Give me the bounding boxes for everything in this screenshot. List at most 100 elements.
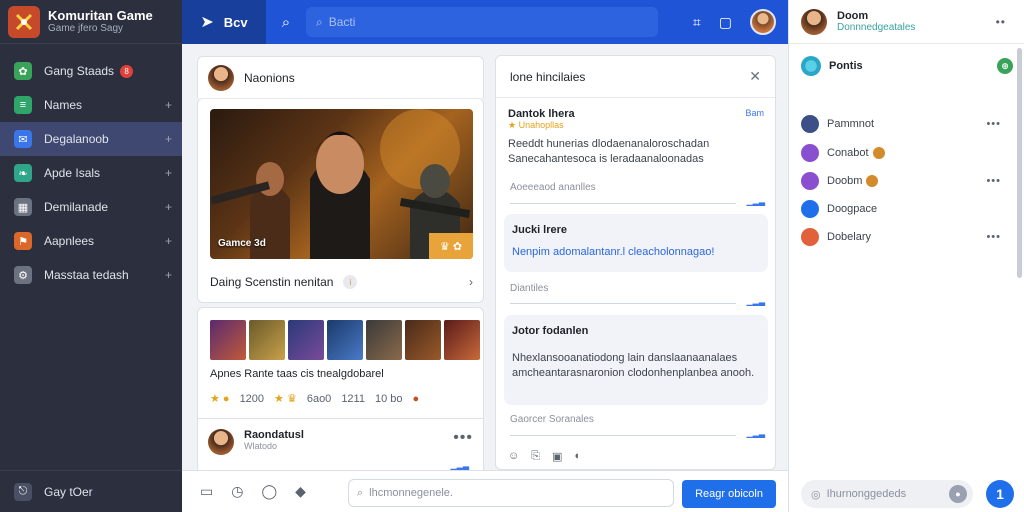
sticker-icon[interactable]: ◆ (295, 483, 306, 500)
post-subtitle: Wlatodo (244, 441, 278, 451)
chart-mini-icon: ▁▂▃ (746, 197, 765, 206)
user-avatar[interactable] (750, 9, 776, 35)
avatar[interactable] (208, 429, 234, 455)
search-icon: ⌕ (316, 14, 323, 29)
gif-icon[interactable]: ◐ (574, 450, 581, 463)
mic-icon[interactable]: ● (949, 485, 967, 503)
sidebar-footer[interactable]: ⎋ Gay tOer (0, 470, 182, 512)
thumbnail[interactable] (249, 320, 285, 360)
featured-post: Gamce 3d ♛ ✿ Daing Scenstin nenitan i › (197, 98, 484, 303)
sidebar-item-gang-staads[interactable]: ✿ Gang Staads 8 (0, 54, 182, 88)
sidebar-item-masstaa-tedash[interactable]: ⚙ Masstaa tedash + (0, 258, 182, 292)
message: Dantok lhera Bam ★ Unahopllas Reeddt hun… (508, 108, 768, 167)
compose-button[interactable]: 1 (986, 480, 1014, 508)
post-action-row[interactable]: Daing Scenstin nenitan i › (210, 275, 473, 289)
top-bar: ➤ Bcv ⌕ ⌕ Bacti ⌗ ▢ (182, 0, 788, 44)
right-panel: Doom Donnnedgeatales •• Pontis ⊕ Pammnot… (788, 0, 1024, 512)
image-icon[interactable]: ▣ (552, 450, 562, 463)
composer-bar: ▭ ◷ ◯ ◆ ⌕ lhcmonnegenele. Reagr obicoln (182, 470, 788, 512)
message-link[interactable]: Nenpim adomalantanr.l cleacholonnagao! (512, 246, 760, 258)
mini-post[interactable]: Raondatusl Wlatodo ••• ▁▂▃ (197, 418, 484, 470)
post-title: Raondatusl (244, 429, 304, 441)
plus-icon[interactable]: + (165, 132, 172, 146)
more-icon[interactable]: ••• (986, 231, 1001, 243)
avatar[interactable] (801, 8, 827, 35)
avatar[interactable] (208, 64, 234, 91)
plus-icon[interactable]: + (165, 98, 172, 112)
emoji-icon (866, 175, 879, 187)
stat-value: 1211 (341, 392, 365, 405)
contact-name: Doom (837, 10, 869, 22)
divider (510, 303, 736, 304)
plus-icon[interactable]: + (165, 200, 172, 214)
emoji-icon (872, 147, 885, 159)
thumbnail[interactable] (327, 320, 363, 360)
stat-value: 1200 (239, 392, 265, 405)
message-input[interactable]: ⌕ lhcmonnegenele. (348, 479, 674, 507)
contact-item-label: Dobelary (827, 231, 872, 243)
thumbnail[interactable] (405, 320, 441, 360)
contact-item[interactable]: Pammnot ••• (801, 115, 1001, 133)
thumbnail[interactable] (444, 320, 480, 360)
leaf-icon: ❧ (14, 164, 32, 182)
chevron-right-icon[interactable]: › (469, 275, 473, 289)
calendar-icon[interactable]: ▭ (200, 483, 213, 500)
avatar (801, 115, 819, 133)
sidebar-item-demilanade[interactable]: ▦ Demilanade + (0, 190, 182, 224)
contact-item[interactable]: Doogpace (801, 200, 1001, 218)
contact-item[interactable]: Doobm ••• (801, 172, 1001, 190)
plus-icon[interactable]: + (165, 234, 172, 248)
message-body: Reeddt hunerias dlodaenanaloroschadan Sa… (508, 138, 710, 165)
gallery-stats: ★ ● 1200 ★ ♛ 6ao0 1211 10 bo ● (210, 392, 419, 406)
game-hero-image[interactable]: Gamce 3d ♛ ✿ (210, 109, 473, 259)
search-icon[interactable]: ⌕ (266, 14, 306, 31)
more-icon[interactable]: •• (996, 15, 1006, 29)
avatar (801, 200, 819, 218)
home-button[interactable]: ➤ Bcv (182, 0, 266, 44)
feed-header: Naonions (197, 56, 484, 98)
plus-icon[interactable]: + (165, 268, 172, 282)
chart-mini-icon: ▁▂▃ (746, 429, 765, 438)
sidebar-footer-label: Gay tOer (44, 484, 93, 499)
thumbnail[interactable] (288, 320, 324, 360)
chat-input-placeholder: Ihurnonggededs (826, 488, 907, 500)
contact-status: Donnnedgeatales (837, 22, 916, 33)
thumbnail[interactable] (366, 320, 402, 360)
contact-item[interactable]: Conabot (801, 144, 1001, 162)
contact-item[interactable]: Dobelary ••• (801, 228, 1001, 246)
send-button[interactable]: Reagr obicoln (682, 480, 776, 508)
thumbnail-strip (210, 320, 480, 360)
sidebar-item-aapnlees[interactable]: ⚑ Aapnlees + (0, 224, 182, 258)
back-arrow-icon: ➤ (200, 14, 214, 31)
divider (510, 435, 736, 436)
scrollbar[interactable] (1017, 48, 1022, 278)
clock-icon[interactable]: ◷ (231, 483, 243, 500)
plus-icon[interactable]: + (165, 166, 172, 180)
chat-input[interactable]: ◎ Ihurnonggededs ● (801, 480, 973, 508)
sidebar-item-names[interactable]: ≡ Names + (0, 88, 182, 122)
chat-bubble-icon[interactable]: ◯ (261, 483, 277, 500)
brand[interactable]: Komuritan Game Game jfero Sagy (0, 0, 182, 44)
add-icon[interactable]: ⊕ (997, 58, 1013, 74)
search-input[interactable]: ⌕ Bacti (306, 7, 658, 37)
more-icon[interactable]: ••• (986, 118, 1001, 130)
sidebar-item-label: Names (44, 98, 83, 112)
sidebar-item-apde-isals[interactable]: ❧ Apde Isals + (0, 156, 182, 190)
message-body: Nhexlansooanatiodong lain danslaanaanala… (512, 352, 755, 379)
grid-icon[interactable]: ⌗ (693, 14, 701, 31)
more-icon[interactable]: ••• (986, 175, 1001, 187)
emoji-icon[interactable]: ☺ (508, 450, 519, 463)
close-icon[interactable]: ✕ (749, 68, 761, 85)
sidebar-item-label: Demilanade (44, 200, 109, 214)
thumbnail[interactable] (210, 320, 246, 360)
sidebar-item-degalanoob[interactable]: ✉ Degalanoob + (0, 122, 182, 156)
search-placeholder: Bacti (328, 15, 356, 29)
sidebar-item-label: Masstaa tedash (44, 268, 129, 282)
window-icon[interactable]: ▢ (719, 14, 732, 31)
attach-icon[interactable]: ⎘ (531, 450, 540, 463)
brand-subtitle: Game jfero Sagy (48, 23, 124, 34)
message-tag[interactable]: Bam (745, 108, 764, 118)
more-icon[interactable]: ••• (453, 429, 473, 447)
hero-badge[interactable]: ♛ ✿ (429, 233, 473, 259)
stat-value: 10 bo (374, 392, 403, 405)
